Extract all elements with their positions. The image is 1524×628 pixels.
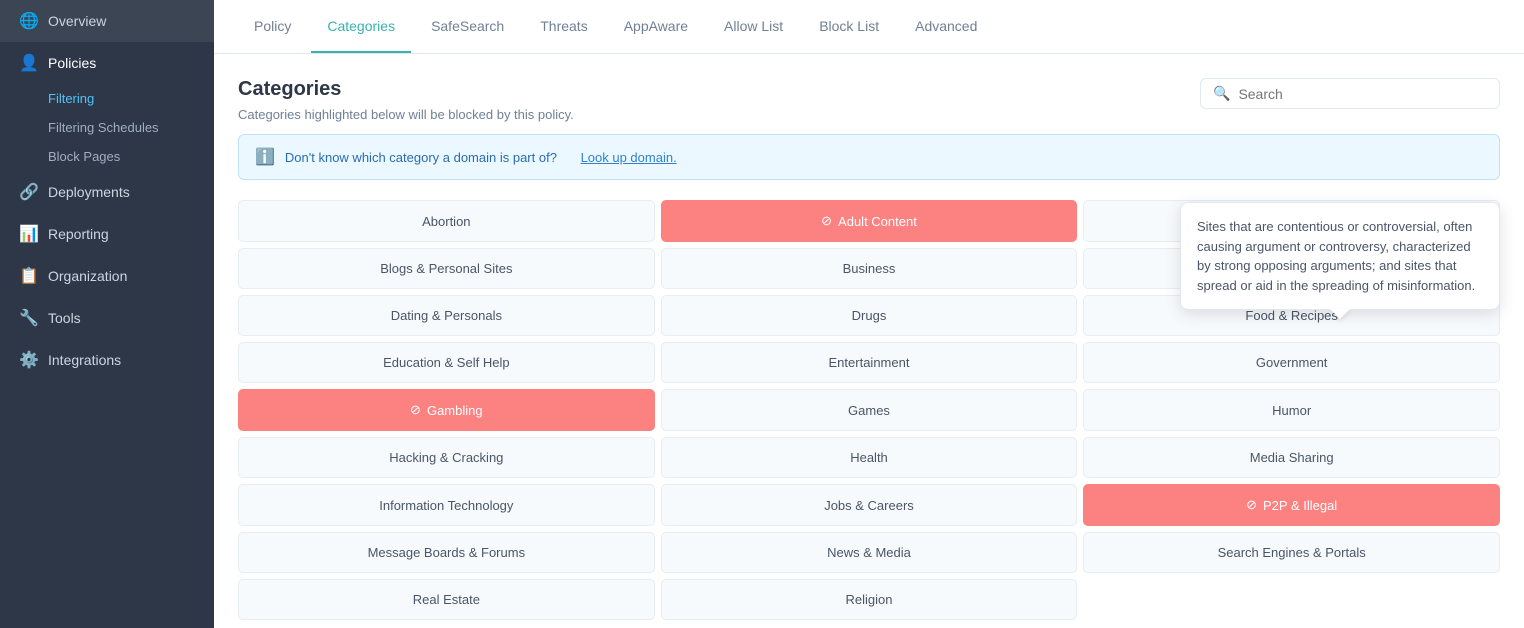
tab-appaware[interactable]: AppAware (608, 0, 704, 53)
tooltip-box: Sites that are contentious or controvers… (1180, 202, 1500, 310)
category-btn[interactable]: Blogs & Personal Sites (238, 248, 655, 289)
tab-threats[interactable]: Threats (524, 0, 603, 53)
chart-icon: 📊 (20, 225, 38, 243)
category-btn[interactable]: Jobs & Careers (661, 484, 1078, 526)
tab-allow-list[interactable]: Allow List (708, 0, 799, 53)
category-btn[interactable]: Abortion (238, 200, 655, 242)
category-btn[interactable]: ⊘Gambling (238, 389, 655, 431)
sidebar-sub-policies: Filtering Filtering Schedules Block Page… (0, 84, 214, 171)
lookup-domain-link[interactable]: Look up domain. (581, 150, 677, 165)
info-text: Don't know which category a domain is pa… (285, 150, 557, 165)
clipboard-icon: 📋 (20, 267, 38, 285)
search-box[interactable]: 🔍 (1200, 78, 1500, 109)
content-area: Categories Categories highlighted below … (214, 54, 1524, 628)
sidebar: 🌐 Overview 👤 Policies Filtering Filterin… (0, 0, 214, 628)
globe-icon: 🌐 (20, 12, 38, 30)
tab-policy[interactable]: Policy (238, 0, 307, 53)
category-btn[interactable]: Drugs (661, 295, 1078, 336)
block-icon: ⊘ (1246, 497, 1257, 513)
block-icon: ⊘ (821, 213, 832, 229)
sidebar-item-policies[interactable]: 👤 Policies (0, 42, 214, 84)
wrench-icon: 🔧 (20, 309, 38, 327)
info-icon: ℹ️ (255, 147, 275, 167)
category-btn[interactable]: ⊘Adult Content (661, 200, 1078, 242)
sidebar-sub-block-pages[interactable]: Block Pages (48, 142, 214, 171)
main-area: Policy Categories SafeSearch Threats App… (214, 0, 1524, 628)
category-btn[interactable]: Humor (1083, 389, 1500, 431)
category-btn[interactable]: Business (661, 248, 1078, 289)
sidebar-item-deployments[interactable]: 🔗 Deployments (0, 171, 214, 213)
sidebar-item-reporting[interactable]: 📊 Reporting (0, 213, 214, 255)
user-icon: 👤 (20, 54, 38, 72)
tab-safesearch[interactable]: SafeSearch (415, 0, 520, 53)
category-btn[interactable]: Government (1083, 342, 1500, 383)
link-icon: 🔗 (20, 183, 38, 201)
sidebar-item-organization[interactable]: 📋 Organization (0, 255, 214, 297)
category-btn[interactable]: Religion (661, 579, 1078, 620)
page-title: Categories (238, 78, 574, 101)
sidebar-item-integrations[interactable]: ⚙️ Integrations (0, 339, 214, 381)
category-btn[interactable]: Real Estate (238, 579, 655, 620)
block-icon: ⊘ (410, 402, 421, 418)
content-header: Categories Categories highlighted below … (238, 78, 1500, 122)
tab-advanced[interactable]: Advanced (899, 0, 993, 53)
tooltip-text: Sites that are contentious or controvers… (1197, 219, 1475, 293)
category-btn[interactable]: News & Media (661, 532, 1078, 573)
category-btn[interactable]: Media Sharing (1083, 437, 1500, 478)
category-btn[interactable]: Games (661, 389, 1078, 431)
sidebar-sub-filtering[interactable]: Filtering (48, 84, 214, 113)
category-btn[interactable]: Information Technology (238, 484, 655, 526)
gear-icon: ⚙️ (20, 351, 38, 369)
category-btn[interactable]: Search Engines & Portals (1083, 532, 1500, 573)
tab-categories[interactable]: Categories (311, 0, 411, 53)
tab-block-list[interactable]: Block List (803, 0, 895, 53)
search-input[interactable] (1238, 86, 1487, 102)
category-btn[interactable]: Message Boards & Forums (238, 532, 655, 573)
category-btn[interactable]: Education & Self Help (238, 342, 655, 383)
sidebar-sub-filtering-schedules[interactable]: Filtering Schedules (48, 113, 214, 142)
category-btn[interactable]: Hacking & Cracking (238, 437, 655, 478)
info-banner: ℹ️ Don't know which category a domain is… (238, 134, 1500, 180)
category-btn[interactable]: Entertainment (661, 342, 1078, 383)
category-btn[interactable]: Health (661, 437, 1078, 478)
sidebar-item-tools[interactable]: 🔧 Tools (0, 297, 214, 339)
sidebar-item-overview[interactable]: 🌐 Overview (0, 0, 214, 42)
search-icon: 🔍 (1213, 85, 1230, 102)
page-subtitle: Categories highlighted below will be blo… (238, 107, 574, 122)
category-btn[interactable]: ⊘P2P & Illegal (1083, 484, 1500, 526)
category-btn[interactable]: Dating & Personals (238, 295, 655, 336)
tabs-bar: Policy Categories SafeSearch Threats App… (214, 0, 1524, 54)
title-group: Categories Categories highlighted below … (238, 78, 574, 122)
